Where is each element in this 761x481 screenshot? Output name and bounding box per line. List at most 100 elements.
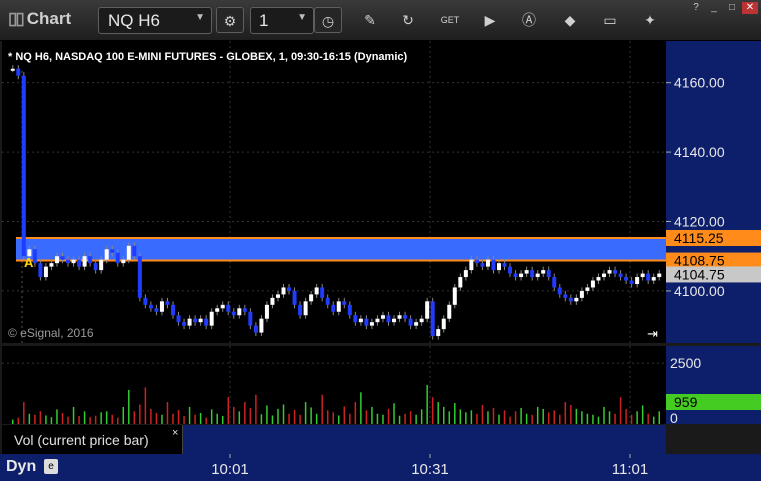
scroll-end-icon[interactable]: ⇥ [647, 326, 658, 341]
candle-body [43, 266, 48, 278]
candle-body [121, 259, 126, 264]
candle-body [364, 318, 369, 326]
candle-body [369, 322, 374, 326]
candle-body [132, 245, 137, 257]
candle-body [508, 266, 513, 274]
study-close-icon[interactable]: × [172, 427, 178, 439]
app-title-text: Chart [26, 9, 72, 28]
candle-body [469, 259, 474, 271]
price-axis[interactable]: 4160.00 4140.00 4120.00 4100.00 4115.25 4108.… [666, 41, 761, 343]
symbol-input[interactable]: NQ H6 ▼ [98, 7, 212, 34]
clock-icon[interactable]: ◷ [314, 7, 342, 33]
candle-body [275, 294, 280, 298]
candle-body [264, 304, 269, 319]
candle-body [126, 245, 131, 260]
volume-svg [2, 346, 666, 424]
candle-body [292, 290, 297, 305]
chevron-down-icon[interactable]: ▼ [195, 12, 205, 23]
comment-icon[interactable]: ▭ [600, 10, 620, 30]
candle-body [325, 297, 330, 305]
candle-body [474, 259, 479, 264]
candle-body [165, 301, 170, 305]
volume-axis[interactable]: 2500 0 959 [666, 346, 761, 426]
candle-body [590, 280, 595, 288]
time-tick-label: 11:01 [612, 461, 648, 478]
candle-body [314, 287, 319, 295]
candle-body [16, 68, 21, 76]
chevron-down-icon[interactable]: ▼ [297, 12, 307, 23]
volume-tick-label: 2500 [670, 355, 701, 371]
candle-body [115, 252, 120, 264]
candle-body [601, 273, 606, 278]
candle-body [646, 273, 651, 281]
volume-pane[interactable] [2, 346, 666, 424]
candle-body [38, 263, 43, 278]
candles [10, 65, 662, 340]
candle-body [303, 301, 308, 316]
candle-body [209, 311, 214, 326]
candle-body [71, 259, 76, 264]
time-axis-svg: 10:01 10:31 11:01 [211, 454, 648, 478]
copyright-text: © eSignal, 2016 [8, 326, 94, 340]
candle-body [347, 304, 352, 316]
volume-current-text: 959 [674, 394, 698, 410]
pin-icon[interactable]: ✦ [640, 10, 660, 30]
candle-body [336, 301, 341, 312]
candle-body [579, 290, 584, 298]
refresh-icon[interactable]: ↻ [398, 10, 418, 30]
candle-body [629, 280, 634, 284]
candle-body [613, 270, 618, 274]
gear-icon[interactable]: ⚙ [216, 7, 244, 33]
candle-body [585, 287, 590, 291]
candle-body [99, 259, 104, 271]
candle-body [237, 308, 242, 316]
alert-marker: A [24, 255, 34, 270]
price-label-text: 4104.75 [674, 266, 725, 282]
candle-body [392, 318, 397, 323]
candle-body [430, 301, 435, 337]
candle-body [182, 322, 187, 326]
app-title: ▯▯ Chart [8, 9, 71, 29]
candle-body [298, 304, 303, 316]
candle-body [408, 318, 413, 326]
candle-body [519, 273, 524, 278]
candle-body [159, 301, 164, 312]
time-tick-label: 10:01 [211, 461, 249, 478]
symbol-value: NQ H6 [108, 11, 160, 30]
alert-icon[interactable]: Ⓐ [519, 10, 539, 30]
candle-body [21, 75, 26, 257]
candle-body [270, 297, 275, 305]
candle-body [331, 304, 336, 312]
candle-body [425, 301, 430, 319]
chart-header: * NQ H6, NASDAQ 100 E-MINI FUTURES - GLO… [8, 51, 407, 63]
candle-body [226, 304, 231, 312]
time-axis[interactable]: Dyn e 10:01 10:31 11:01 [0, 454, 761, 481]
candle-body [176, 315, 181, 323]
candle-body [441, 318, 446, 330]
price-chart[interactable]: * NQ H6, NASDAQ 100 E-MINI FUTURES - GLO… [2, 41, 666, 343]
study-tab[interactable]: Vol (current price bar) × [2, 425, 183, 454]
help-button[interactable]: ? [688, 2, 704, 14]
pencil-icon[interactable]: ✎ [360, 10, 380, 30]
candle-body [557, 287, 562, 295]
candle-body [242, 308, 247, 312]
study-label: Vol (current price bar) [14, 432, 149, 448]
candle-body [93, 263, 98, 271]
candle-body [513, 273, 518, 278]
interval-input[interactable]: 1 ▼ [250, 7, 314, 34]
candle-body [171, 304, 175, 316]
get-icon[interactable]: GET [440, 10, 460, 30]
candle-body [452, 287, 457, 305]
candle-body [358, 318, 363, 323]
candle-body [259, 318, 264, 333]
candle-body [110, 249, 115, 253]
maximize-button[interactable]: □ [724, 2, 740, 14]
candle-body [137, 256, 142, 298]
candle-body [220, 304, 225, 309]
eraser-icon[interactable]: ◆ [560, 10, 580, 30]
close-button[interactable]: ✕ [742, 2, 758, 14]
play-icon[interactable]: ▶ [480, 10, 500, 30]
candle-body [154, 308, 159, 312]
minimize-button[interactable]: _ [706, 2, 722, 14]
candle-body [104, 249, 109, 260]
